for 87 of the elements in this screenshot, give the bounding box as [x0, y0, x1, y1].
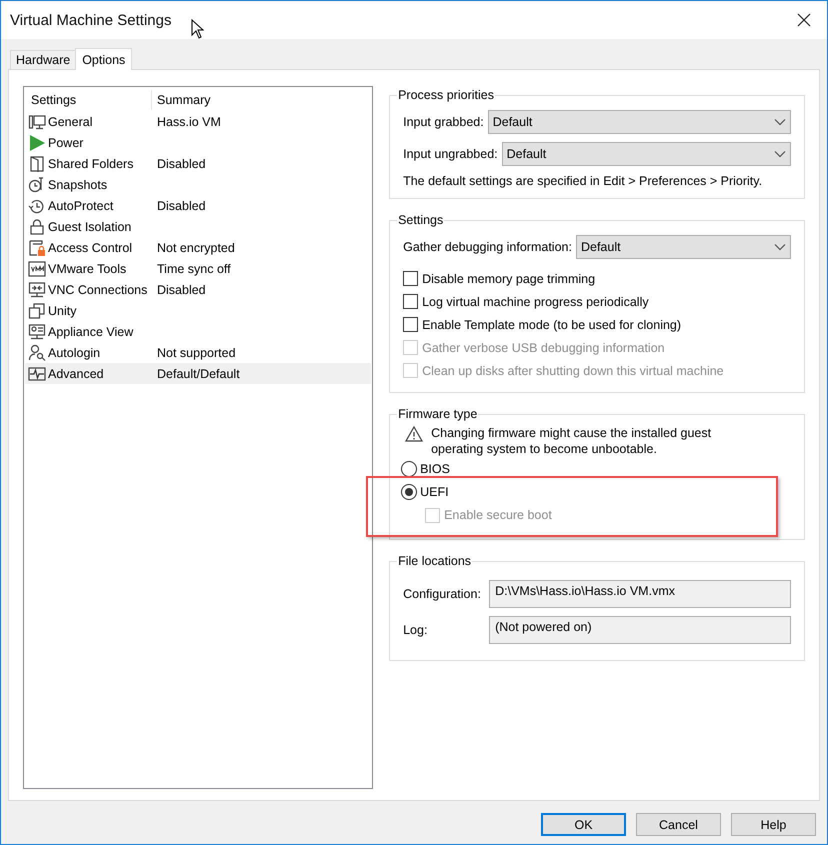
chevron-icon: [774, 150, 786, 158]
folder-door-icon: [28, 154, 46, 172]
setting-summary: Disabled: [156, 282, 206, 296]
setting-summary: Not encrypted: [156, 240, 235, 254]
windows-lock-icon: [28, 238, 46, 256]
setting-summary: Time sync off: [156, 262, 231, 276]
list-row[interactable]: Access Control Not encrypted: [25, 237, 372, 258]
list-row[interactable]: VNC Connections Disabled: [25, 279, 372, 300]
list-row[interactable]: Power: [25, 132, 372, 153]
network-screen-icon: [28, 280, 46, 298]
group-title: File locations: [397, 554, 472, 568]
radio-button[interactable]: [401, 460, 418, 476]
tab[interactable]: Options: [75, 48, 132, 70]
setting-name: Snapshots: [48, 178, 108, 192]
path-field[interactable]: D:\VMs\Hass.io\Hass.io VM.vmx: [489, 580, 791, 608]
checkbox-label: Enable secure boot: [444, 508, 552, 522]
setting-name: VNC Connections: [48, 282, 148, 296]
checkbox-label: Enable Template mode (to be used for cloning): [422, 318, 682, 332]
dialog-button[interactable]: OK: [541, 813, 626, 836]
setting-summary: Not supported: [156, 346, 236, 360]
setting-name: VMware Tools: [48, 262, 126, 276]
list-row[interactable]: Snapshots: [25, 174, 372, 195]
warning-icon: [405, 425, 424, 443]
radio-button[interactable]: [401, 484, 418, 500]
checkbox-label: Log virtual machine progress periodically: [422, 294, 649, 308]
setting-name: Advanced: [48, 366, 104, 380]
setting-name: Guest Isolation: [48, 220, 132, 234]
setting-name: Unity: [48, 304, 76, 318]
vm-icon: [28, 260, 46, 278]
window-title: Virtual Machine Settings: [10, 12, 172, 28]
close-icon: [795, 11, 813, 29]
overlapping-windows-icon: [28, 302, 46, 320]
list-row[interactable]: Shared Folders Disabled: [25, 153, 372, 174]
setting-name: Shared Folders: [48, 156, 134, 170]
dialog-button[interactable]: Cancel: [636, 813, 721, 836]
group-title: Process priorities: [397, 88, 495, 102]
list-row[interactable]: Appliance View: [25, 321, 372, 342]
checkbox-label: Disable memory page trimming: [422, 272, 596, 286]
setting-name: Power: [48, 136, 84, 150]
checkbox[interactable]: [403, 271, 418, 286]
setting-name: General: [48, 114, 92, 128]
field-label: Input grabbed:: [403, 115, 484, 129]
list-row[interactable]: VMware Tools Time sync off: [25, 258, 372, 279]
setting-summary: Disabled: [156, 156, 206, 170]
dropdown[interactable]: Default: [488, 110, 791, 134]
setting-summary: Default/Default: [156, 366, 240, 380]
setting-summary: Hass.io VM: [156, 114, 221, 128]
setting-summary: Disabled: [156, 198, 206, 212]
setting-name: AutoProtect: [48, 198, 114, 212]
radio-label: UEFI: [420, 484, 449, 498]
appliance-screen-icon: [28, 322, 46, 340]
checkbox[interactable]: [403, 317, 418, 332]
checkbox-label: Gather verbose USB debugging information: [422, 340, 665, 354]
list-row[interactable]: Unity: [25, 300, 372, 321]
group-title: Firmware type: [397, 407, 478, 421]
list-row[interactable]: Guest Isolation: [25, 216, 372, 237]
list-row[interactable]: Autologin Not supported: [25, 342, 372, 363]
pulse-graph-icon: [28, 364, 46, 382]
radio-label: BIOS: [420, 462, 450, 476]
dialog-button[interactable]: Help: [731, 813, 816, 836]
list-row[interactable]: Advanced Default/Default: [25, 363, 372, 384]
list-row[interactable]: AutoProtect Disabled: [25, 195, 372, 216]
field-label: Log:: [403, 623, 428, 637]
clock-wrench-icon: [28, 176, 46, 194]
chevron-icon: [774, 243, 786, 251]
column-header: Settings: [30, 93, 76, 107]
setting-name: Autologin: [48, 346, 100, 360]
setting-name: Access Control: [48, 240, 132, 254]
hint-text: The default settings are specified in Edit > Preferences > Priority.: [403, 174, 764, 188]
setting-name: Appliance View: [48, 324, 134, 338]
checkbox-label: Clean up disks after shutting down this virtual machine: [422, 364, 724, 378]
group-title: Settings: [397, 213, 444, 227]
monitor-icon: [28, 112, 46, 130]
warning-text: Changing firmware might cause the installed guest operating system to become unbootable.: [431, 425, 712, 457]
path-field[interactable]: (Not powered on): [489, 616, 791, 644]
chevron-icon: [774, 118, 786, 126]
tab[interactable]: Hardware: [10, 50, 76, 69]
padlock-icon: [28, 218, 46, 236]
field-label: Configuration:: [403, 587, 482, 601]
list-row[interactable]: General Hass.io VM: [25, 111, 372, 132]
play-icon: [28, 134, 46, 152]
checkbox[interactable]: [403, 294, 418, 309]
field-label: Gather debugging information:: [403, 240, 572, 254]
column-header: Summary: [157, 93, 210, 107]
dropdown[interactable]: Default: [502, 142, 791, 166]
field-label: Input ungrabbed:: [403, 147, 498, 161]
dropdown[interactable]: Default: [576, 235, 791, 259]
